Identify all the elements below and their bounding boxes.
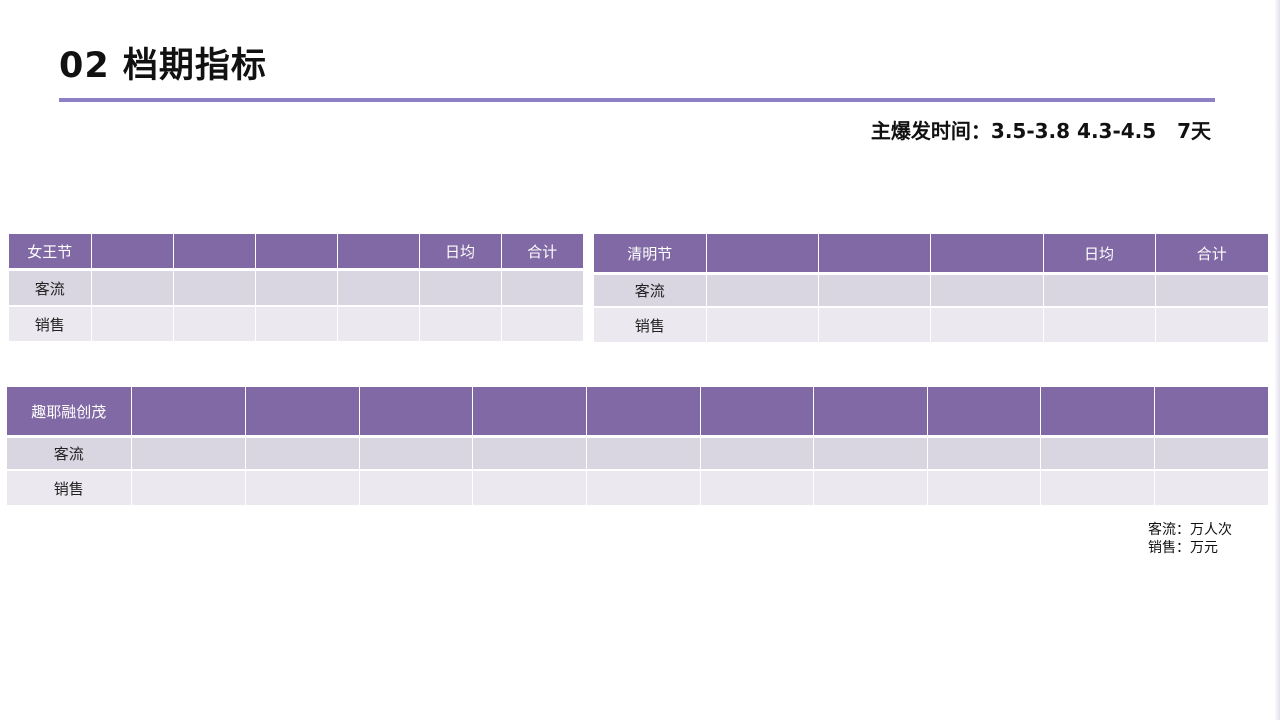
table-row: 销售	[594, 307, 1268, 342]
table-name-cell: 趣耶融创茂	[7, 387, 132, 435]
table-cell	[255, 306, 338, 341]
row-label-sales: 销售	[9, 306, 92, 341]
row-label-traffic: 客流	[594, 275, 707, 308]
table-cell	[586, 470, 701, 505]
table-row: 销售	[9, 306, 583, 341]
column-header-total: 合计	[1155, 234, 1268, 272]
table-row: 销售	[7, 470, 1268, 505]
table-cell	[706, 307, 819, 342]
column-header	[706, 234, 819, 272]
slide-edge	[1274, 0, 1280, 720]
column-header	[927, 387, 1041, 435]
column-header	[818, 234, 931, 272]
table-cell	[131, 470, 246, 505]
table-name-cell: 清明节	[594, 234, 707, 272]
table-cell	[173, 271, 256, 307]
column-header	[131, 387, 246, 435]
mall-table: 趣耶融创茂 客流 销售	[7, 387, 1268, 505]
table-cell	[91, 306, 174, 341]
column-header-daily-avg: 日均	[1043, 234, 1156, 272]
table-cell	[419, 271, 502, 307]
unit-legend: 客流：万人次 销售：万元	[1148, 521, 1232, 557]
table-name-cell: 女王节	[9, 234, 92, 268]
table-header-row: 趣耶融创茂	[7, 387, 1268, 435]
table-cell	[359, 470, 473, 505]
table-cell	[419, 306, 502, 341]
table-cell	[359, 438, 473, 471]
row-label-sales: 销售	[594, 307, 707, 342]
table-row: 客流	[9, 271, 583, 307]
table-cell	[818, 275, 931, 308]
column-header	[173, 234, 256, 268]
column-header	[700, 387, 814, 435]
table-cell	[1154, 470, 1268, 505]
table-cell	[337, 271, 420, 307]
column-header	[813, 387, 928, 435]
table-cell	[1040, 438, 1155, 471]
table-cell	[1155, 307, 1268, 342]
table-row: 客流	[594, 275, 1268, 308]
peak-period-text: 主爆发时间：3.5-3.8 4.3-4.5 7天	[870, 119, 1211, 143]
table-cell	[1155, 275, 1268, 308]
table-row: 客流	[7, 438, 1268, 471]
table-cell	[927, 438, 1041, 471]
column-header	[1040, 387, 1155, 435]
table-header-row: 女王节 日均 合计	[9, 234, 583, 268]
column-header	[359, 387, 473, 435]
table-cell	[706, 275, 819, 308]
column-header-total: 合计	[501, 234, 583, 268]
column-header	[472, 387, 587, 435]
title-underline	[59, 98, 1215, 102]
table-header-row: 清明节 日均 合计	[594, 234, 1268, 272]
table-cell	[813, 470, 928, 505]
page-title: 02 档期指标	[59, 46, 267, 86]
row-label-traffic: 客流	[7, 438, 132, 471]
column-header-daily-avg: 日均	[419, 234, 502, 268]
table-cell	[255, 271, 338, 307]
table-cell	[927, 470, 1041, 505]
table-cell	[245, 438, 360, 471]
row-label-sales: 销售	[7, 470, 132, 505]
table-cell	[173, 306, 256, 341]
column-header	[930, 234, 1044, 272]
column-header	[337, 234, 420, 268]
unit-sales: 销售：万元	[1148, 540, 1218, 556]
table-cell	[501, 306, 583, 341]
table-cell	[930, 307, 1044, 342]
table-cell	[337, 306, 420, 341]
table-cell	[1043, 307, 1156, 342]
table-cell	[131, 438, 246, 471]
table-cell	[1040, 470, 1155, 505]
table-cell	[91, 271, 174, 307]
column-header	[91, 234, 174, 268]
column-header	[1154, 387, 1268, 435]
table-cell	[501, 271, 583, 307]
column-header	[586, 387, 701, 435]
table-cell	[930, 275, 1044, 308]
row-label-traffic: 客流	[9, 271, 92, 307]
column-header	[245, 387, 360, 435]
column-header	[255, 234, 338, 268]
table-cell	[472, 438, 587, 471]
qingming-table: 清明节 日均 合计 客流 销售	[594, 234, 1268, 342]
unit-traffic: 客流：万人次	[1148, 522, 1232, 538]
queens-day-table: 女王节 日均 合计 客流 销售	[9, 234, 583, 341]
table-cell	[245, 470, 360, 505]
table-cell	[586, 438, 701, 471]
table-cell	[700, 470, 814, 505]
table-cell	[813, 438, 928, 471]
table-cell	[472, 470, 587, 505]
table-cell	[818, 307, 931, 342]
table-cell	[1154, 438, 1268, 471]
table-cell	[700, 438, 814, 471]
table-cell	[1043, 275, 1156, 308]
